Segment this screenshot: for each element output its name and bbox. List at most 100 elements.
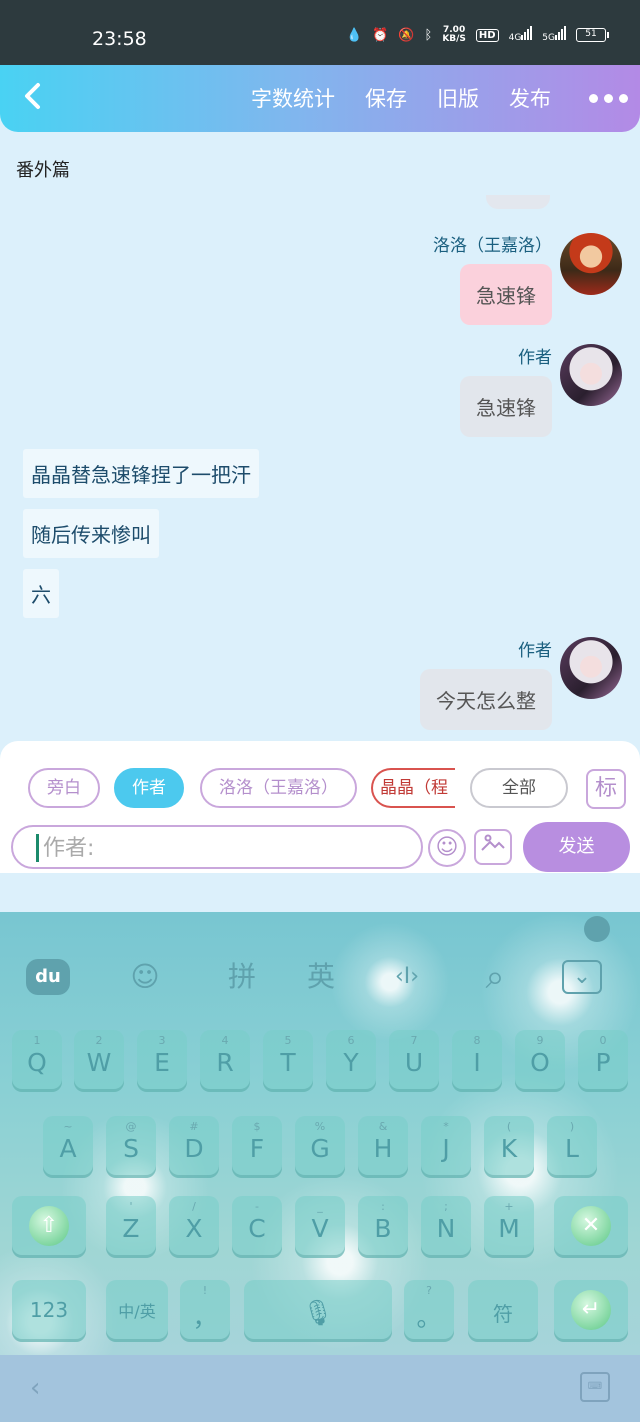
space-key[interactable]: 🎙 [244,1280,392,1342]
enter-key[interactable]: ↵ [554,1280,628,1342]
key-sub-label: 2 [95,1034,103,1047]
key-label: R [216,1048,234,1077]
message-input[interactable] [43,829,413,867]
baidu-logo-icon[interactable]: du [26,959,70,995]
send-button[interactable]: 发送 [523,822,630,872]
key-sub-label: - [255,1200,259,1213]
avatar-author[interactable] [560,637,622,699]
key-sub-label: ; [444,1200,448,1213]
chevron-left-icon[interactable] [20,81,50,113]
key-m[interactable]: + M [484,1196,534,1258]
key-a[interactable]: ~ A [43,1116,93,1178]
pinyin-mode-button[interactable]: 拼 [214,952,270,1002]
role-chip-narration[interactable]: 旁白 [28,768,100,808]
key-b[interactable]: :B [358,1196,408,1258]
role-chip-author[interactable]: 作者 [114,768,184,808]
key-w[interactable]: 2W [74,1030,124,1092]
publish-button[interactable]: 发布 [509,83,551,113]
role-chip-all[interactable]: 全部 [470,768,568,808]
role-chip-luoluo[interactable]: 洛洛（王嘉洛） [200,768,357,808]
keyboard-switch-icon[interactable]: ⌨ [580,1372,610,1402]
key-o[interactable]: 9O [515,1030,565,1092]
message-bubble[interactable]: 今天怎么整 [420,669,552,730]
key-n[interactable]: ; N [421,1196,471,1258]
message-bubble[interactable]: 急速锋 [460,376,552,437]
message-bubble[interactable]: 急速锋 [460,264,552,325]
key-g[interactable]: % G [295,1116,345,1178]
shift-key[interactable]: ⇧ [12,1196,86,1258]
key-v[interactable]: _ V [295,1196,345,1258]
microphone-icon: 🎙 [302,1298,334,1327]
key-c[interactable]: -C [232,1196,282,1258]
key-label: W [86,1048,112,1077]
english-mode-button[interactable]: 英 [296,952,346,1002]
speaker-name: 洛洛（王嘉洛） [433,236,552,256]
key-label: J [442,1134,450,1163]
comma-key[interactable]: !， [180,1280,230,1342]
key-sub-label: ( [506,1120,512,1133]
word-count-button[interactable]: 字数统计 [251,83,335,113]
key-sub-label: + [504,1200,514,1213]
bluetooth-icon: ᛒ [424,27,433,43]
key-z[interactable]: ' Z [106,1196,156,1258]
signal-4g: 4G [509,26,533,44]
save-button[interactable]: 保存 [365,83,407,113]
avatar-luoluo[interactable] [560,233,622,295]
tag-button[interactable]: 标 [586,769,626,809]
key-label: C [248,1214,266,1243]
role-chip-jingjing[interactable]: 晶晶（程 [371,768,455,808]
narration-line[interactable]: 六 [23,569,59,618]
key-p[interactable]: 0P [578,1030,628,1092]
key-i[interactable]: 8I [452,1030,502,1092]
old-version-button[interactable]: 旧版 [437,83,479,113]
key-e[interactable]: 3E [137,1030,187,1092]
key-label: Z [122,1214,140,1243]
key-d[interactable]: # D [169,1116,219,1178]
key-label: G [310,1134,330,1163]
delete-x-icon: ✕ [571,1206,611,1246]
key-x[interactable]: / X [169,1196,219,1258]
key-label: S [123,1134,139,1163]
key-h[interactable]: & H [358,1116,408,1178]
image-icon[interactable] [474,829,512,865]
key-s[interactable]: @ S [106,1116,156,1178]
battery-icon: 51 [576,28,609,42]
avatar-author[interactable] [560,344,622,406]
lang-switch-key[interactable]: 中/英 [106,1280,168,1342]
data-saver-icon: 💧 [345,27,363,43]
nav-back-icon[interactable]: ‹ [30,1373,40,1403]
key-l[interactable]: ) L [547,1116,597,1178]
key-y[interactable]: 6Y [326,1030,376,1092]
key-q[interactable]: 1Q [12,1030,62,1092]
key-sub-label: 3 [158,1034,166,1047]
symbol-key[interactable]: 符 [468,1280,538,1342]
key-j[interactable]: * J [421,1116,471,1178]
key-sub-label: / [192,1200,196,1213]
more-dots-icon[interactable] [581,93,628,103]
number-mode-key[interactable]: 123 [12,1280,86,1342]
message-input-field[interactable] [11,825,423,869]
search-icon[interactable]: ⌕ [470,952,520,1002]
key-r[interactable]: 4R [200,1030,250,1092]
key-label: X [185,1214,203,1243]
delete-key[interactable]: ✕ [554,1196,628,1258]
narration-line[interactable]: 随后传来惨叫 [23,509,159,558]
key-sub-label: ~ [63,1120,73,1133]
message-item: 洛洛（王嘉洛） 急速锋 [433,231,552,325]
key-sub-label: 0 [599,1034,607,1047]
key-t[interactable]: 5T [263,1030,313,1092]
keyboard-settings-icon[interactable] [584,916,610,942]
signal-bars-icon [521,26,533,40]
hide-keyboard-icon[interactable]: ⌄ [562,960,602,994]
period-key[interactable]: ?。 [404,1280,454,1342]
key-f[interactable]: $ F [232,1116,282,1178]
narration-line[interactable]: 晶晶替急速锋捏了一把汗 [23,449,259,498]
emoji-keyboard-icon[interactable]: ☺ [120,952,170,1002]
emoji-icon[interactable]: ☺ [428,829,466,867]
key-k[interactable]: (K [484,1116,534,1178]
speed-unit: KB/S [442,34,466,44]
key-u[interactable]: 7U [389,1030,439,1092]
cursor-move-icon[interactable]: ‹I› [382,952,432,1002]
ime-keyboard: du ☺ 拼 英 ‹I› ⌕ ⌄ 1Q 2W 3E 4R 5T 6Y 7U 8I… [0,912,640,1355]
key-sub-label: 6 [347,1034,355,1047]
